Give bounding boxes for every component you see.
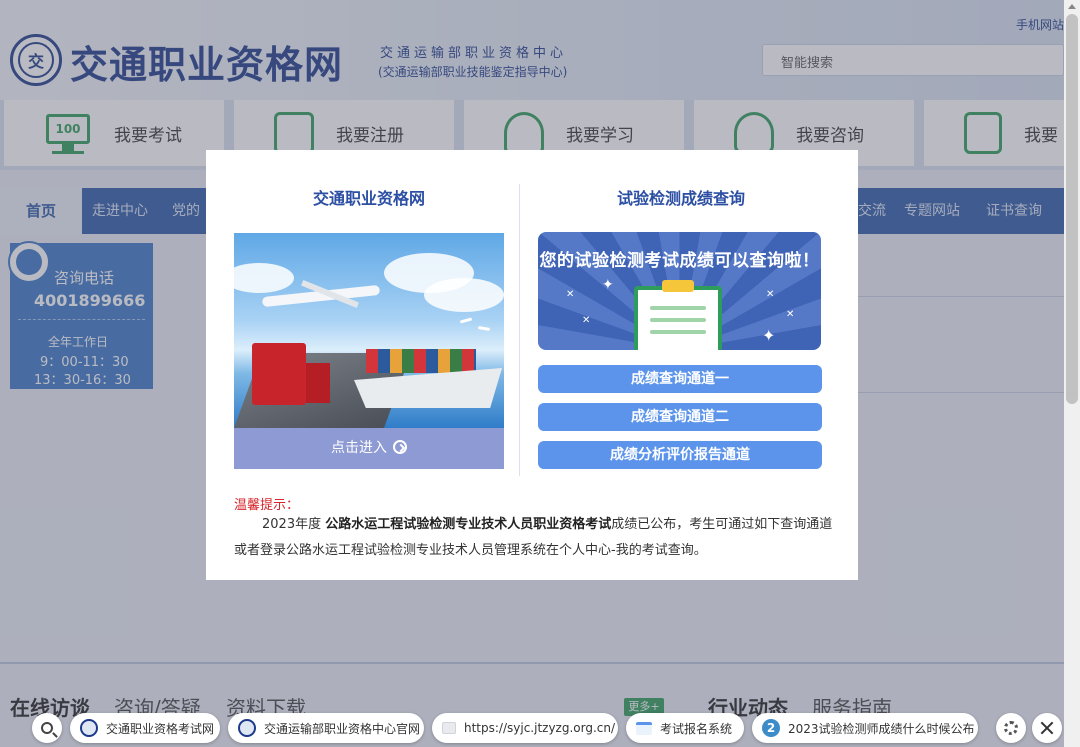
enter-site-button[interactable]: 点击进入: [234, 428, 504, 469]
arrow-circle-right-icon: [393, 440, 407, 454]
tabbar-close-button[interactable]: [1032, 713, 1062, 743]
transport-banner-image[interactable]: [234, 233, 504, 428]
banner-title: 您的试验检测考试成绩可以查询啦！: [539, 251, 820, 271]
emblem-favicon-icon: [238, 719, 256, 737]
tabbar-search-button[interactable]: [32, 713, 62, 743]
score-report-button[interactable]: 成绩分析评价报告通道: [538, 441, 822, 469]
gear-icon: [1004, 721, 1018, 735]
modal-right-title: 试验检测成绩查询: [616, 189, 745, 208]
browser-tab-1[interactable]: 交通职业资格考试网: [70, 713, 220, 743]
close-icon: [1040, 721, 1054, 735]
score-channel-2-button[interactable]: 成绩查询通道二: [538, 403, 822, 431]
modal-divider: [519, 184, 520, 476]
score-query-modal: 交通职业资格网 试验检测成绩查询 点击进入 您的试验检测考试成绩可以查询啦！ ✦…: [206, 150, 858, 580]
tab-label: 考试报名系统: [660, 721, 733, 736]
tab-label: 交通运输部职业资格中心官网: [264, 721, 421, 736]
scroll-up-arrow-icon[interactable]: [1068, 4, 1076, 9]
tab-label: 2023试验检测师成绩什么时候公布: [788, 721, 975, 736]
notice-year: 2023年度: [262, 517, 322, 532]
number-badge-icon: 2: [762, 719, 780, 737]
enter-site-label: 点击进入: [331, 440, 387, 456]
page-favicon-icon: [442, 722, 456, 734]
score-channel-1-button[interactable]: 成绩查询通道一: [538, 365, 822, 393]
doc-favicon-icon: [636, 721, 652, 735]
scrollbar-thumb[interactable]: [1066, 14, 1078, 404]
tab-label: 交通职业资格考试网: [106, 721, 215, 736]
score-available-banner: 您的试验检测考试成绩可以查询啦！ ✦ ✕ ✕ ✕ ✕ ✦: [538, 232, 821, 350]
emblem-favicon-icon: [80, 719, 98, 737]
browser-tab-4[interactable]: 考试报名系统: [626, 713, 744, 743]
notice-exam-name: 公路水运工程试验检测专业技术人员职业资格考试: [325, 517, 612, 532]
notice-title: 温馨提示：: [234, 498, 300, 513]
truck-graphic: [252, 343, 306, 405]
notice-text: 2023年度 公路水运工程试验检测专业技术人员职业资格考试成绩已公布，考生可通过…: [234, 512, 834, 564]
search-icon: [41, 722, 53, 734]
browser-tab-5[interactable]: 2 2023试验检测师成绩什么时候公布: [752, 713, 978, 743]
tabbar-settings-button[interactable]: [996, 713, 1026, 743]
browser-tab-3[interactable]: https://syjc.jtzyzg.org.cn/: [432, 713, 618, 743]
tab-label: https://syjc.jtzyzg.org.cn/: [464, 721, 616, 735]
modal-left-title: 交通职业资格网: [312, 189, 425, 208]
browser-tab-2[interactable]: 交通运输部职业资格中心官网: [228, 713, 424, 743]
sparkle-icon: ✦: [602, 277, 614, 293]
